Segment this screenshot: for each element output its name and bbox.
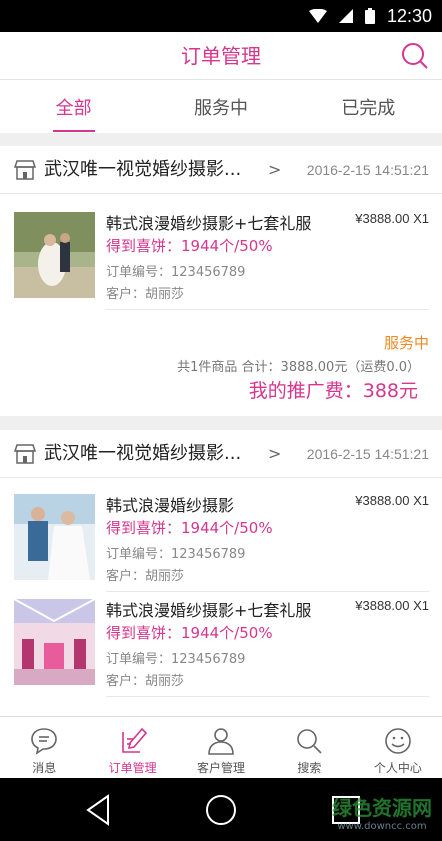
- product-title: 韩式浪漫婚纱摄影+七套礼服: [106, 601, 312, 620]
- chat-bubble-icon: [31, 728, 58, 755]
- order-item[interactable]: 韩式浪漫婚纱摄影+七套礼服 ¥3888.00 X1 得到喜饼：1944个/50%…: [0, 204, 442, 310]
- shop-name: 武汉唯一视觉婚纱摄影...: [44, 159, 242, 180]
- nav-order-management[interactable]: 订单管理: [88, 717, 176, 778]
- promo-fee: 我的推广费：388元: [248, 380, 418, 402]
- customers-icon: [208, 728, 234, 755]
- shop-icon: [14, 444, 36, 464]
- product-price: ¥3888.00 X1: [355, 211, 429, 226]
- app-header: 订单管理: [0, 32, 442, 80]
- order-item[interactable]: 韩式浪漫婚纱摄影 ¥3888.00 X1 得到喜饼：1944个/50% 订单编号…: [0, 486, 442, 592]
- nav-label: 客户管理: [197, 761, 246, 775]
- nav-profile[interactable]: 个人中心: [354, 717, 442, 778]
- smiley-icon: [385, 728, 411, 754]
- wifi-icon: [308, 9, 327, 23]
- order-item[interactable]: 韩式浪漫婚纱摄影+七套礼服 ¥3888.00 X1 得到喜饼：1944个/50%…: [0, 591, 442, 697]
- product-thumbnail: [14, 212, 95, 298]
- order-number: 订单编号：123456789: [106, 652, 246, 667]
- signal-icon: [338, 9, 353, 23]
- tab-completed[interactable]: 已完成: [295, 81, 442, 133]
- customer-name: 客户：胡丽莎: [106, 674, 185, 689]
- reward-text: 得到喜饼：1944个/50%: [106, 624, 273, 642]
- clock: 12:30: [386, 5, 432, 26]
- order-card[interactable]: 武汉唯一视觉婚纱摄影... > 2016-2-15 14:51:21 韩式浪漫婚…: [0, 146, 442, 416]
- nav-search[interactable]: 搜索: [265, 717, 353, 778]
- nav-label: 订单管理: [108, 761, 157, 775]
- reward-text: 得到喜饼：1944个/50%: [106, 237, 273, 255]
- order-status-badge: 服务中: [383, 334, 429, 352]
- product-price: ¥3888.00 X1: [355, 598, 429, 613]
- system-nav-bar: 绿色资源网 www.downcc.com: [0, 778, 442, 841]
- divider: [106, 696, 429, 697]
- product-title: 韩式浪漫婚纱摄影+七套礼服: [106, 214, 312, 233]
- section-gap: [0, 416, 442, 430]
- shop-icon: [14, 160, 36, 180]
- order-number: 订单编号：123456789: [106, 265, 246, 280]
- nav-messages[interactable]: 消息: [0, 717, 88, 778]
- customer-name: 客户：胡丽莎: [106, 287, 185, 302]
- status-bar: 12:30: [0, 0, 442, 32]
- home-icon[interactable]: [201, 790, 241, 830]
- nav-label: 消息: [32, 761, 57, 775]
- nav-label: 搜索: [297, 761, 322, 775]
- search-icon: [297, 729, 322, 754]
- order-date: 2016-2-15 14:51:21: [306, 446, 429, 462]
- divider: [106, 309, 429, 310]
- nav-customer-management[interactable]: 客户管理: [177, 717, 265, 778]
- battery-icon: [364, 8, 375, 24]
- order-total: 共1件商品 合计：3888.00元（运费0.0）: [177, 360, 420, 375]
- chevron-right-icon: >: [268, 160, 282, 179]
- nav-label: 个人中心: [373, 761, 422, 775]
- bottom-nav: 消息 订单管理 客户管理 搜索 个人中心: [0, 716, 442, 778]
- back-icon[interactable]: [80, 790, 120, 830]
- tab-all[interactable]: 全部: [0, 81, 147, 133]
- tab-in-service[interactable]: 服务中: [147, 81, 294, 133]
- product-title: 韩式浪漫婚纱摄影: [106, 496, 235, 515]
- search-icon[interactable]: [400, 41, 430, 71]
- shop-row[interactable]: 武汉唯一视觉婚纱摄影... > 2016-2-15 14:51:21: [0, 430, 442, 478]
- chevron-right-icon: >: [268, 444, 282, 463]
- reward-text: 得到喜饼：1944个/50%: [106, 519, 273, 537]
- order-date: 2016-2-15 14:51:21: [306, 162, 429, 178]
- order-card[interactable]: 武汉唯一视觉婚纱摄影... > 2016-2-15 14:51:21 韩式浪漫婚…: [0, 430, 442, 716]
- page-title: 订单管理: [181, 44, 261, 68]
- order-number: 订单编号：123456789: [106, 547, 246, 562]
- product-thumbnail: [14, 599, 95, 685]
- shop-row[interactable]: 武汉唯一视觉婚纱摄影... > 2016-2-15 14:51:21: [0, 146, 442, 194]
- watermark: 绿色资源网 www.downcc.com: [332, 796, 432, 832]
- product-thumbnail: [14, 494, 95, 580]
- order-tabs: 全部 服务中 已完成: [0, 81, 442, 133]
- section-gap: [0, 133, 442, 146]
- customer-name: 客户：胡丽莎: [106, 569, 185, 584]
- shop-name: 武汉唯一视觉婚纱摄影...: [44, 443, 242, 464]
- product-price: ¥3888.00 X1: [355, 493, 429, 508]
- order-edit-icon: [121, 727, 147, 753]
